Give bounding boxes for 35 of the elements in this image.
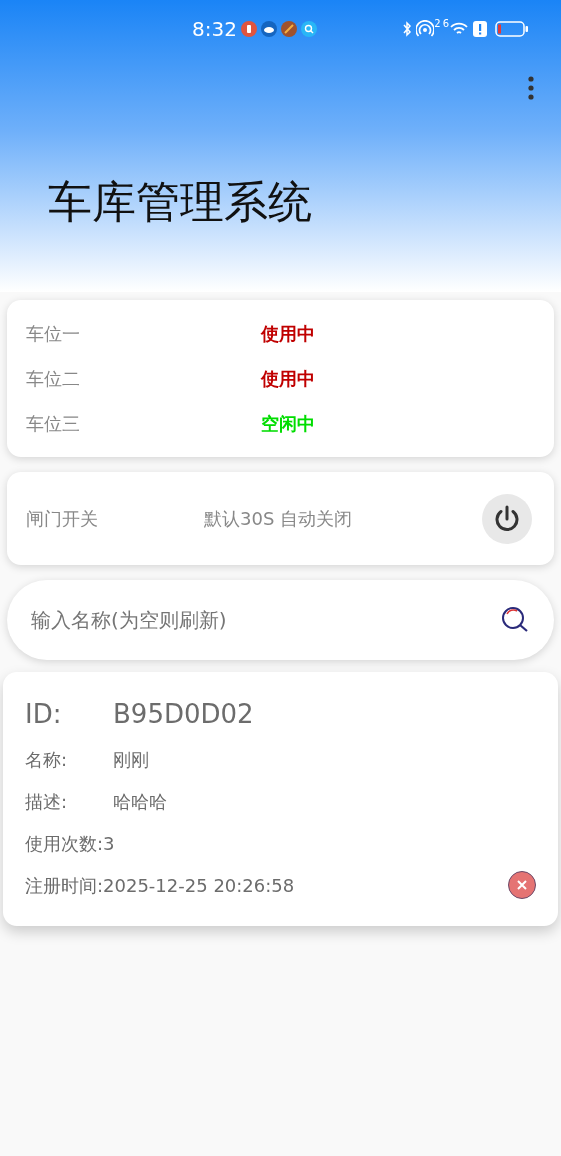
space-name: 车位三	[26, 412, 81, 436]
signal-label: 2	[434, 17, 441, 31]
search-icon[interactable]	[500, 605, 530, 635]
usage-count: 使用次数:3	[25, 831, 115, 856]
space-status: 使用中	[261, 322, 315, 346]
field-label: ID:	[25, 697, 63, 731]
field-label: 名称:	[25, 747, 69, 772]
field-value: 哈哈哈	[113, 789, 167, 814]
space-status: 使用中	[261, 367, 315, 391]
field-value: B95D0D02	[113, 697, 254, 731]
registration-time: 注册时间:2025-12-25 20:26:58	[25, 873, 295, 898]
app-title: 车库管理系统	[48, 176, 313, 229]
gate-hint: 默认30S 自动关闭	[204, 507, 354, 531]
status-time: 8:32	[192, 16, 237, 43]
delete-button[interactable]	[508, 871, 536, 899]
alert-icon	[473, 21, 487, 37]
space-status: 空闲中	[261, 412, 315, 436]
wifi-icon	[449, 21, 469, 37]
notification-icon	[240, 21, 257, 37]
search-icon	[300, 21, 317, 37]
search-field[interactable]: 输入名称(为空则刷新)	[7, 580, 554, 660]
bluetooth-icon	[402, 21, 413, 37]
battery-icon	[495, 21, 529, 37]
space-name: 车位二	[26, 367, 81, 391]
field-value: 刚刚	[113, 747, 149, 772]
space-name: 车位一	[26, 322, 81, 346]
signal-label: 6	[442, 17, 449, 31]
search-input[interactable]: 输入名称(为空则刷新)	[29, 604, 500, 636]
gate-label: 闸门开关	[26, 507, 99, 531]
field-label: 描述:	[25, 789, 69, 814]
weather-icon	[260, 21, 277, 37]
hotspot-icon	[416, 20, 435, 38]
more-menu-icon[interactable]	[528, 76, 534, 100]
power-button[interactable]	[482, 493, 532, 544]
close-icon	[516, 879, 528, 891]
